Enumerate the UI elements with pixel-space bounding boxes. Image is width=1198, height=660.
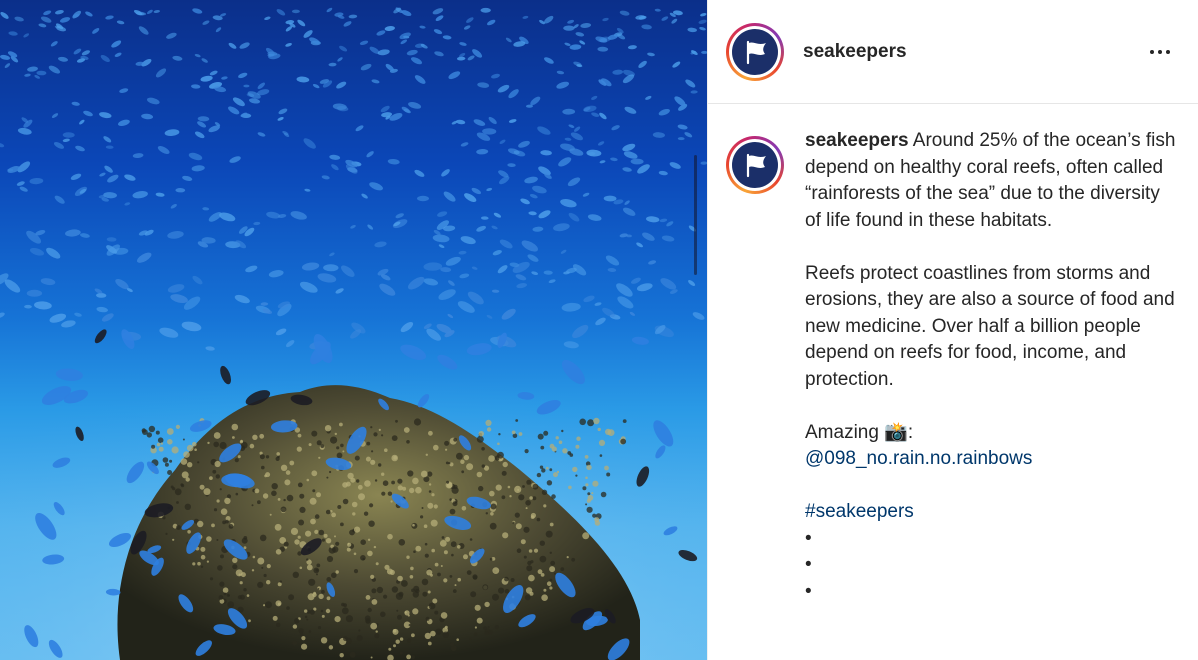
coral-reef-fish-image xyxy=(0,7,707,660)
bullet-line: • xyxy=(805,580,812,602)
instagram-post: seakeepers seakeepers Around 25% of the … xyxy=(0,0,1198,660)
post-side-panel: seakeepers seakeepers Around 25% of the … xyxy=(707,0,1198,660)
image-scroll-indicator xyxy=(694,155,697,275)
credit-mention-link[interactable]: @098_no.rain.no.rainbows xyxy=(805,448,1032,469)
bullet-line: • xyxy=(805,554,812,575)
caption-comment: seakeepers Around 25% of the ocean’s fis… xyxy=(708,104,1198,605)
post-header: seakeepers xyxy=(708,0,1198,104)
caption-paragraph-1: seakeepers Around 25% of the ocean’s fis… xyxy=(805,130,1176,231)
flag-logo-icon xyxy=(732,28,778,75)
caption-text: seakeepers Around 25% of the ocean’s fis… xyxy=(805,128,1180,605)
more-options-button[interactable] xyxy=(1146,38,1174,66)
flag-logo-icon xyxy=(732,142,778,188)
caption-avatar-ring[interactable] xyxy=(726,136,784,194)
hashtag-line: #seakeepers xyxy=(805,499,1180,526)
caption-paragraph-2: Reefs protect coastlines from storms and… xyxy=(805,262,1175,390)
post-photo-coral-reef[interactable] xyxy=(0,0,707,660)
more-horizontal-icon xyxy=(1150,49,1154,54)
bullet-line: • xyxy=(805,527,812,549)
header-username[interactable]: seakeepers xyxy=(803,41,907,63)
caption-username[interactable]: seakeepers xyxy=(805,130,909,151)
hashtag-link[interactable]: #seakeepers xyxy=(805,501,914,522)
photo-credit: Amazing 📸: @098_no.rain.no.rainbows xyxy=(805,420,1180,473)
profile-avatar-ring[interactable] xyxy=(726,22,784,81)
credit-label: Amazing 📸: xyxy=(805,421,914,443)
